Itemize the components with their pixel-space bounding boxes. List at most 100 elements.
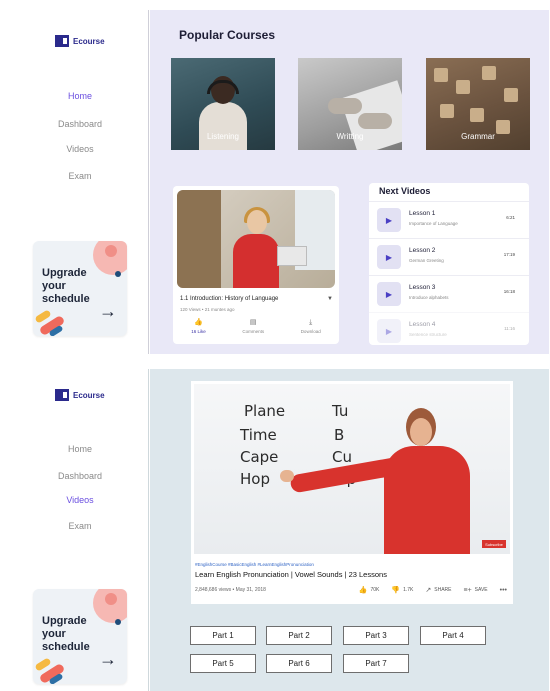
teacher-image — [280, 470, 294, 482]
video-thumbnail[interactable] — [177, 190, 335, 288]
logo-text: Ecourse — [73, 36, 105, 46]
course-image — [504, 88, 518, 102]
thumb-up-icon: 👍 — [194, 319, 203, 326]
board-word: Tu — [332, 402, 349, 420]
course-label: Writting — [336, 132, 364, 141]
play-icon[interactable]: ▶ — [377, 319, 401, 343]
part-3-button[interactable]: Part 3 — [343, 626, 409, 645]
part-4-button[interactable]: Part 4 — [420, 626, 486, 645]
download-button[interactable]: ⤓ Download — [301, 319, 321, 334]
more-icon: ••• — [499, 586, 507, 594]
lesson-subtitle: Introduce alphabets — [409, 295, 449, 300]
lesson-item[interactable]: ▶ Lesson 1 Importance of Language 6:21 — [369, 201, 529, 237]
save-icon: ≡+ — [463, 586, 472, 594]
lesson-subtitle: Importance of Language — [409, 221, 458, 226]
subscribe-button[interactable]: Subscribe — [482, 540, 506, 548]
part-5-button[interactable]: Part 5 — [190, 654, 256, 673]
video-image — [277, 246, 307, 266]
video-image — [177, 190, 221, 288]
course-label: Grammar — [461, 132, 495, 141]
part-1-button[interactable]: Part 1 — [190, 626, 256, 645]
course-image — [482, 66, 496, 80]
part-7-button[interactable]: Part 7 — [343, 654, 409, 673]
comments-button[interactable]: ▤ Comments — [242, 319, 264, 334]
course-dashboard-screen: Ecourse Home Dashboard Videos Exam Upgra… — [11, 10, 549, 354]
board-word: Cape — [240, 448, 279, 466]
nav-item-exam[interactable]: Exam — [11, 521, 149, 531]
like-button[interactable]: 👍 70K — [359, 586, 380, 594]
play-icon[interactable]: ▶ — [377, 208, 401, 232]
chevron-down-icon[interactable]: ▼ — [327, 296, 333, 302]
logo[interactable]: Ecourse — [55, 389, 105, 401]
nav-item-dashboard[interactable]: Dashboard — [11, 471, 149, 481]
next-videos-title: Next Videos — [379, 186, 431, 196]
play-icon[interactable]: ▶ — [377, 282, 401, 306]
course-image — [470, 108, 484, 122]
course-image — [434, 68, 448, 82]
video-actions: 👍 16 Like ▤ Comments ⤓ Download — [173, 319, 339, 334]
board-word: Plane — [244, 402, 286, 420]
part-2-button[interactable]: Part 2 — [266, 626, 332, 645]
lesson-duration: 16:18 — [503, 289, 515, 294]
course-image — [440, 104, 454, 118]
lesson-item[interactable]: ▶ Lesson 3 Introduce alphabets 16:18 — [369, 275, 529, 311]
promo-decoration — [115, 271, 121, 277]
sidebar: Ecourse Home Dashboard Videos Exam Upgra… — [11, 10, 149, 354]
promo-decoration — [115, 619, 121, 625]
board-word: B — [334, 426, 345, 444]
nav-item-exam[interactable]: Exam — [11, 171, 149, 181]
video-player[interactable]: Plane Time Cape Hop Tu B Cu Rip Subscrib… — [194, 384, 510, 554]
headphones-icon — [207, 80, 239, 94]
video-meta: 2,848,686 views • May 31, 2018 — [195, 587, 266, 593]
course-image — [328, 98, 362, 114]
video-player-screen: Ecourse Home Dashboard Videos Exam Upgra… — [11, 369, 549, 691]
sidebar: Ecourse Home Dashboard Videos Exam Upgra… — [11, 369, 149, 691]
nav-item-videos[interactable]: Videos — [11, 144, 149, 154]
video-actions: 👍 70K 👎 1.7K ↗ SHARE ≡+ SAVE ••• — [359, 586, 507, 595]
board-word: Cu — [332, 448, 352, 466]
lesson-item[interactable]: ▶ Lesson 2 German Greeting 17:19 — [369, 238, 529, 274]
nav-item-videos[interactable]: Videos — [11, 495, 149, 505]
dislike-button[interactable]: 👎 1.7K — [391, 586, 413, 594]
video-hashtags[interactable]: #EnglishCourse #BasicEnglish #LearnEngli… — [195, 562, 314, 567]
lesson-title: Lesson 1 — [409, 210, 436, 217]
lesson-duration: 11:16 — [504, 326, 515, 331]
current-video-card: 1.1 Introduction: History of Language ▼ … — [173, 186, 339, 344]
course-card-writting[interactable]: Writting — [298, 58, 402, 150]
logo-icon — [55, 35, 69, 47]
share-button[interactable]: ↗ SHARE — [425, 586, 451, 594]
arrow-right-icon[interactable]: → — [99, 649, 117, 670]
more-button[interactable]: ••• — [500, 586, 507, 594]
arrow-right-icon[interactable]: → — [99, 301, 117, 322]
course-card-listening[interactable]: Listening — [171, 58, 275, 150]
nav-item-home[interactable]: Home — [11, 444, 149, 454]
lesson-duration: 17:19 — [503, 252, 515, 257]
next-videos-panel: Next Videos ▶ Lesson 1 Importance of Lan… — [369, 183, 529, 345]
like-button[interactable]: 👍 16 Like — [191, 319, 206, 334]
upgrade-promo-card[interactable]: Upgrade your schedule → — [33, 589, 127, 684]
like-count: 70K — [370, 587, 380, 593]
course-card-grammar[interactable]: Grammar — [426, 58, 530, 150]
lesson-title: Lesson 2 — [409, 247, 436, 254]
lesson-subtitle: German Greeting — [409, 258, 444, 263]
main-content: Plane Time Cape Hop Tu B Cu Rip Subscrib… — [150, 369, 549, 691]
part-6-button[interactable]: Part 6 — [266, 654, 332, 673]
upgrade-promo-card[interactable]: Upgrade your schedule → — [33, 241, 127, 336]
logo[interactable]: Ecourse — [55, 35, 105, 47]
course-image — [199, 102, 247, 150]
download-icon: ⤓ — [309, 319, 313, 326]
lesson-title: Lesson 3 — [409, 284, 436, 291]
lesson-item[interactable]: ▶ Lesson 4 Sentence structure 11:16 — [369, 312, 529, 348]
save-button[interactable]: ≡+ SAVE — [463, 586, 487, 594]
save-label: SAVE — [474, 587, 488, 593]
board-word: Time — [240, 426, 277, 444]
comments-label: Comments — [242, 329, 265, 334]
lesson-title: Lesson 4 — [409, 321, 436, 328]
lesson-subtitle: Sentence structure — [409, 332, 447, 337]
video-image — [233, 234, 279, 288]
nav-item-dashboard[interactable]: Dashboard — [11, 119, 149, 129]
logo-text: Ecourse — [73, 390, 105, 400]
download-label: Download — [300, 329, 321, 334]
play-icon[interactable]: ▶ — [377, 245, 401, 269]
nav-item-home[interactable]: Home — [11, 91, 149, 101]
